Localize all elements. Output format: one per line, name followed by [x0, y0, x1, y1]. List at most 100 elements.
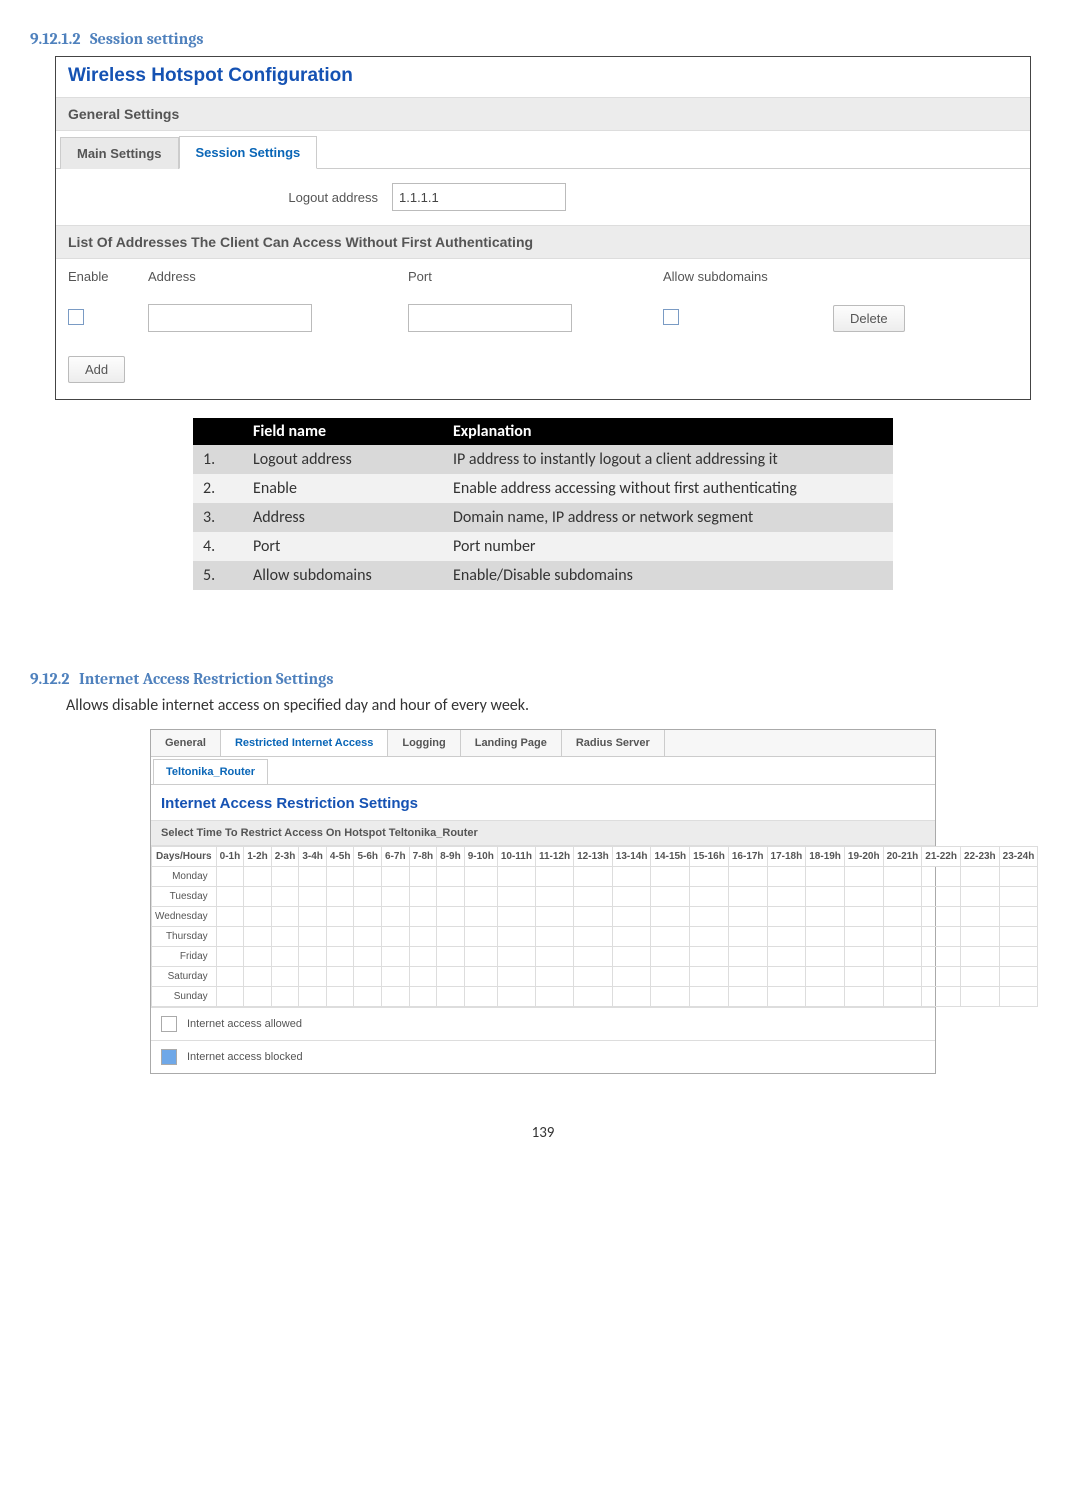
grid-cell[interactable] — [612, 867, 651, 887]
grid-cell[interactable] — [271, 867, 299, 887]
grid-cell[interactable] — [326, 867, 354, 887]
grid-cell[interactable] — [437, 927, 465, 947]
grid-cell[interactable] — [326, 967, 354, 987]
grid-cell[interactable] — [922, 947, 961, 967]
grid-cell[interactable] — [216, 967, 244, 987]
grid-cell[interactable] — [354, 867, 382, 887]
grid-cell[interactable] — [612, 887, 651, 907]
grid-cell[interactable] — [844, 867, 883, 887]
grid-cell[interactable] — [326, 987, 354, 1007]
grid-cell[interactable] — [299, 907, 327, 927]
grid-cell[interactable] — [497, 867, 535, 887]
grid-cell[interactable] — [574, 907, 613, 927]
grid-cell[interactable] — [612, 927, 651, 947]
grid-cell[interactable] — [299, 947, 327, 967]
grid-cell[interactable] — [767, 887, 806, 907]
tab-general[interactable]: General — [151, 730, 221, 756]
grid-cell[interactable] — [216, 907, 244, 927]
grid-cell[interactable] — [844, 967, 883, 987]
grid-cell[interactable] — [651, 867, 690, 887]
grid-cell[interactable] — [382, 887, 410, 907]
grid-cell[interactable] — [244, 887, 272, 907]
grid-cell[interactable] — [382, 967, 410, 987]
tab-logging[interactable]: Logging — [388, 730, 460, 756]
delete-button[interactable]: Delete — [833, 305, 905, 332]
grid-cell[interactable] — [244, 927, 272, 947]
enable-checkbox[interactable] — [68, 309, 84, 325]
grid-cell[interactable] — [728, 987, 767, 1007]
grid-cell[interactable] — [806, 987, 845, 1007]
grid-cell[interactable] — [767, 867, 806, 887]
grid-cell[interactable] — [922, 967, 961, 987]
grid-cell[interactable] — [216, 987, 244, 1007]
grid-cell[interactable] — [409, 867, 437, 887]
grid-cell[interactable] — [574, 947, 613, 967]
grid-cell[interactable] — [690, 927, 729, 947]
grid-cell[interactable] — [767, 927, 806, 947]
grid-cell[interactable] — [244, 907, 272, 927]
tab-session-settings[interactable]: Session Settings — [179, 136, 318, 169]
grid-cell[interactable] — [844, 947, 883, 967]
grid-cell[interactable] — [999, 887, 1038, 907]
grid-cell[interactable] — [574, 987, 613, 1007]
grid-cell[interactable] — [326, 947, 354, 967]
grid-cell[interactable] — [844, 907, 883, 927]
grid-cell[interactable] — [464, 987, 497, 1007]
grid-cell[interactable] — [999, 867, 1038, 887]
grid-cell[interactable] — [612, 987, 651, 1007]
port-input[interactable] — [408, 304, 572, 332]
grid-cell[interactable] — [497, 907, 535, 927]
grid-cell[interactable] — [883, 867, 922, 887]
grid-cell[interactable] — [574, 927, 613, 947]
grid-cell[interactable] — [382, 927, 410, 947]
grid-cell[interactable] — [806, 867, 845, 887]
grid-cell[interactable] — [535, 887, 573, 907]
grid-cell[interactable] — [497, 927, 535, 947]
grid-cell[interactable] — [999, 927, 1038, 947]
grid-cell[interactable] — [806, 927, 845, 947]
grid-cell[interactable] — [999, 907, 1038, 927]
grid-cell[interactable] — [960, 927, 999, 947]
grid-cell[interactable] — [922, 887, 961, 907]
grid-cell[interactable] — [437, 907, 465, 927]
grid-cell[interactable] — [767, 947, 806, 967]
grid-cell[interactable] — [960, 907, 999, 927]
grid-cell[interactable] — [844, 987, 883, 1007]
grid-cell[interactable] — [497, 947, 535, 967]
grid-cell[interactable] — [409, 967, 437, 987]
grid-cell[interactable] — [437, 947, 465, 967]
grid-cell[interactable] — [409, 987, 437, 1007]
grid-cell[interactable] — [535, 907, 573, 927]
grid-cell[interactable] — [271, 927, 299, 947]
grid-cell[interactable] — [574, 967, 613, 987]
grid-cell[interactable] — [216, 887, 244, 907]
grid-cell[interactable] — [497, 967, 535, 987]
grid-cell[interactable] — [728, 967, 767, 987]
grid-cell[interactable] — [883, 927, 922, 947]
grid-cell[interactable] — [728, 887, 767, 907]
grid-cell[interactable] — [382, 907, 410, 927]
grid-cell[interactable] — [960, 967, 999, 987]
grid-cell[interactable] — [437, 867, 465, 887]
grid-cell[interactable] — [922, 907, 961, 927]
grid-cell[interactable] — [464, 907, 497, 927]
grid-cell[interactable] — [271, 887, 299, 907]
grid-cell[interactable] — [960, 947, 999, 967]
grid-cell[interactable] — [574, 887, 613, 907]
grid-cell[interactable] — [806, 907, 845, 927]
grid-cell[interactable] — [497, 987, 535, 1007]
grid-cell[interactable] — [326, 927, 354, 947]
grid-cell[interactable] — [728, 947, 767, 967]
grid-cell[interactable] — [651, 947, 690, 967]
grid-cell[interactable] — [883, 907, 922, 927]
grid-cell[interactable] — [844, 927, 883, 947]
grid-cell[interactable] — [535, 927, 573, 947]
grid-cell[interactable] — [612, 907, 651, 927]
grid-cell[interactable] — [244, 947, 272, 967]
grid-cell[interactable] — [382, 867, 410, 887]
grid-cell[interactable] — [612, 967, 651, 987]
grid-cell[interactable] — [299, 967, 327, 987]
grid-cell[interactable] — [883, 987, 922, 1007]
grid-cell[interactable] — [382, 987, 410, 1007]
grid-cell[interactable] — [960, 987, 999, 1007]
